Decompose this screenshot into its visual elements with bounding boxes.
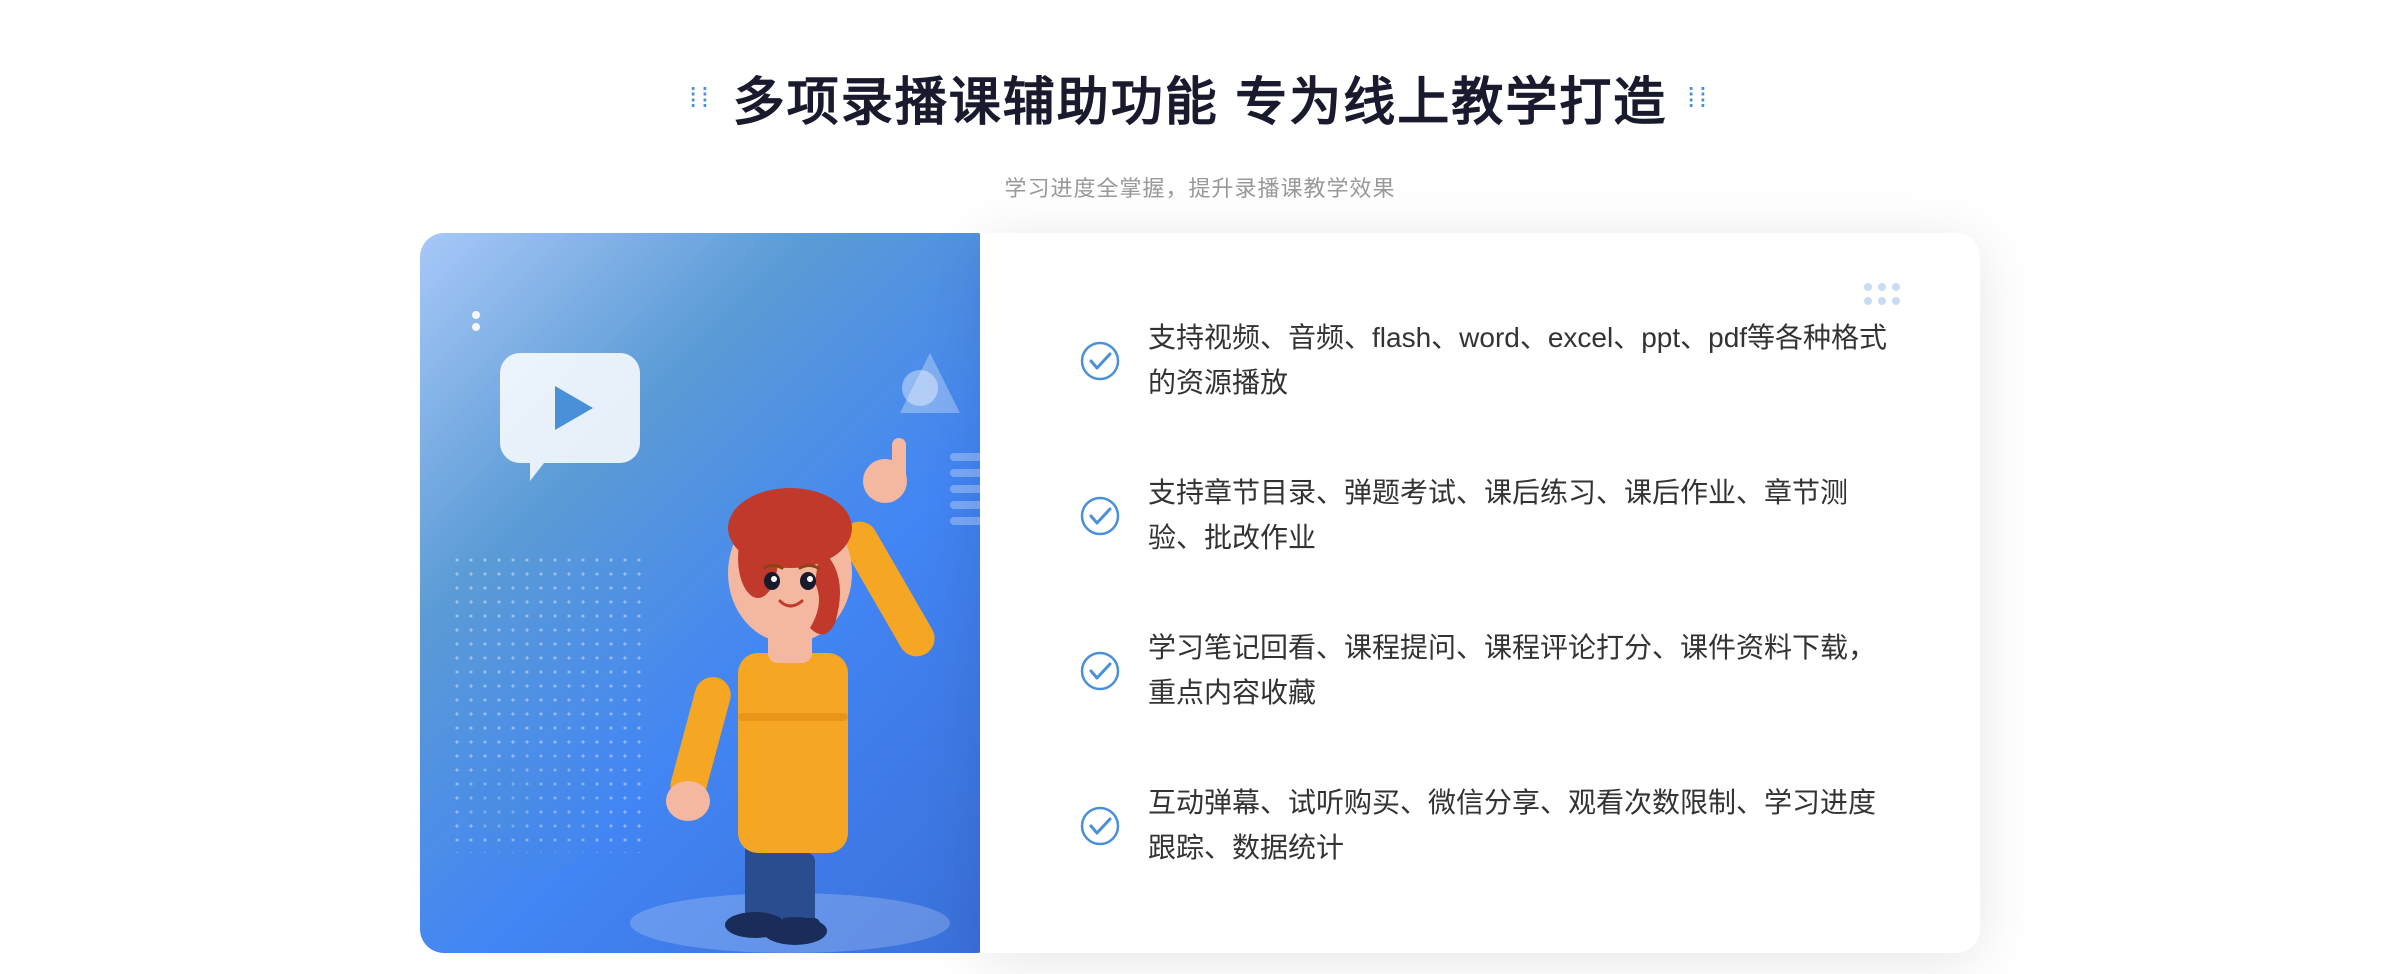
character-svg [590,333,990,953]
feature-item-1: 支持视频、音频、flash、word、excel、ppt、pdf等各种格式的资源… [1080,316,1900,406]
page-container: ⁞⁞ 多项录播课辅助功能 专为线上教学打造 ⁞⁞ 学习进度全掌握，提升录播课教学… [0,0,2400,974]
sparkle-dot-2 [472,323,480,331]
check-icon-1 [1080,341,1120,381]
play-icon [555,386,593,430]
feature-text-1: 支持视频、音频、flash、word、excel、ppt、pdf等各种格式的资源… [1148,316,1900,406]
check-icon-4 [1080,806,1120,846]
right-top-dots-deco [1864,283,1900,305]
page-title: 多项录播课辅助功能 专为线上教学打造 [733,60,1667,135]
features-card: 支持视频、音频、flash、word、excel、ppt、pdf等各种格式的资源… [980,233,1980,953]
small-circle-deco [460,763,530,833]
sparkle-decoration [472,311,480,331]
illustration-card [420,233,1000,953]
dot-4 [1864,297,1872,305]
page-subtitle: 学习进度全掌握，提升录播课教学效果 [1004,171,1395,203]
dot-2 [1878,283,1886,291]
feature-text-4: 互动弹幕、试听购买、微信分享、观看次数限制、学习进度跟踪、数据统计 [1148,781,1900,871]
dots-right-deco: ⁞⁞ [1687,82,1711,114]
feature-text-3: 学习笔记回看、课程提问、课程评论打分、课件资料下载，重点内容收藏 [1148,626,1900,716]
page-header: ⁞⁞ 多项录播课辅助功能 专为线上教学打造 ⁞⁞ [689,60,1711,135]
check-icon-2 [1080,496,1120,536]
dot-5 [1878,297,1886,305]
feature-text-2: 支持章节目录、弹题考试、课后练习、课后作业、章节测验、批改作业 [1148,471,1900,561]
dot-1 [1864,283,1872,291]
dot-3 [1892,283,1900,291]
feature-item-3: 学习笔记回看、课程提问、课程评论打分、课件资料下载，重点内容收藏 [1080,626,1900,716]
dots-left-deco: ⁞⁞ [689,82,713,114]
feature-item-2: 支持章节目录、弹题考试、课后练习、课后作业、章节测验、批改作业 [1080,471,1900,561]
sparkle-dot-1 [472,311,480,319]
check-icon-3 [1080,651,1120,691]
figure-illustration [590,333,990,953]
dot-6 [1892,297,1900,305]
main-content: » [420,233,1980,953]
feature-item-4: 互动弹幕、试听购买、微信分享、观看次数限制、学习进度跟踪、数据统计 [1080,781,1900,871]
